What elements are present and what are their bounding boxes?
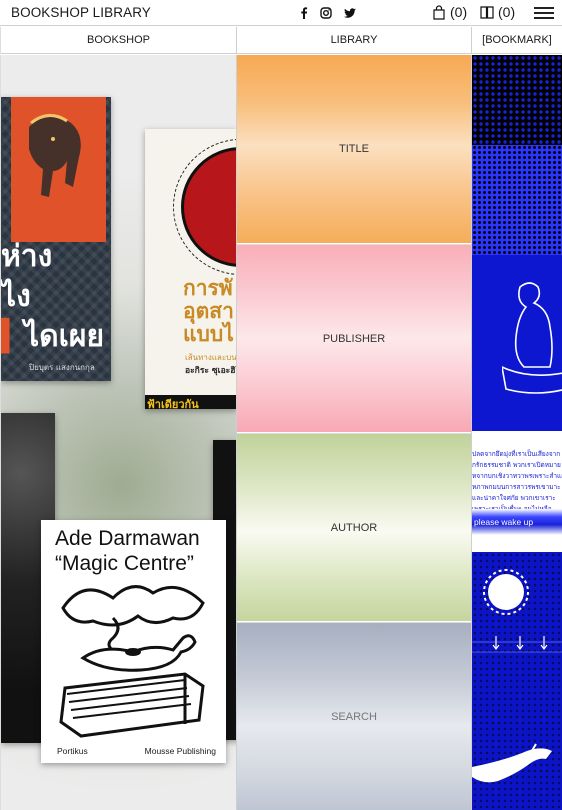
bookmark-column[interactable]: ปลดจากยึดมุ่งที่เราเป็นเสียงจาก กรักธรรม… <box>471 55 562 810</box>
book-title: Ade Darmawan “Magic Centre” <box>55 527 200 575</box>
publisher-left: Portikus <box>57 746 88 756</box>
site-logo[interactable]: BOOKSHOP LIBRARY <box>11 5 151 20</box>
library-title-panel[interactable]: TITLE <box>237 55 471 243</box>
tab-bookmark[interactable]: [BOOKMARK] <box>471 27 562 54</box>
column-headers: BOOKSHOP LIBRARY [BOOKMARK] <box>0 27 562 54</box>
sun-and-lizard-illustration <box>472 569 562 783</box>
instagram-icon[interactable] <box>319 6 333 20</box>
twitter-icon[interactable] <box>343 6 357 20</box>
bookmark-button[interactable]: (0) <box>480 4 515 20</box>
book-title: ห่าง ไง ▍ไดเผย <box>1 239 105 354</box>
book-icon <box>480 5 494 19</box>
bookmark-text-card[interactable]: ปลดจากยึดมุ่งที่เราเป็นเสียงจาก กรักธรรม… <box>472 445 562 545</box>
book-title: การพั อุตสา แบบไ <box>183 276 234 346</box>
library-search-panel[interactable]: SEARCH <box>237 622 471 810</box>
tab-bookshop[interactable]: BOOKSHOP <box>0 27 236 54</box>
publisher-right: Mousse Publishing <box>144 746 216 756</box>
cart-count: (0) <box>450 4 468 20</box>
bookmark-count: (0) <box>498 4 516 20</box>
site-header: BOOKSHOP LIBRARY (0) (0) <box>0 0 562 26</box>
book-author: ปิยบุตร แสงกนกกุล <box>29 363 95 372</box>
book-cover-thai-elephant[interactable]: ห่าง ไง ▍ไดเผย ปิยบุตร แสงกนกกุล <box>1 97 111 381</box>
bag-icon <box>433 4 445 20</box>
tab-library[interactable]: LIBRARY <box>236 27 471 54</box>
bookshop-column[interactable]: ห่าง ไง ▍ไดเผย ปิยบุตร แสงกนกกุล การพั อ… <box>0 55 236 810</box>
bookmark-cover-sun[interactable] <box>472 552 562 810</box>
book-author: อะกิระ ซุเอะฮิโระ <box>185 366 236 376</box>
bookmark-cover-blue[interactable] <box>472 55 562 431</box>
wake-up-text: please wake up <box>474 517 534 527</box>
lamp-on-book-illustration <box>59 585 205 738</box>
seated-figure-illustration <box>502 282 562 394</box>
facebook-icon[interactable] <box>297 6 311 20</box>
book-cover-magic-centre[interactable]: Ade Darmawan “Magic Centre” Portikus Mou… <box>41 520 226 763</box>
bookmark-excerpt: ปลดจากยึดมุ่งที่เราเป็นเสียงจาก กรักธรรม… <box>472 450 562 513</box>
library-column: TITLE PUBLISHER AUTHOR SEARCH <box>236 55 471 810</box>
elephant-illustration <box>11 97 106 242</box>
library-publisher-panel[interactable]: PUBLISHER <box>237 244 471 432</box>
library-author-panel[interactable]: AUTHOR <box>237 433 471 621</box>
book-cover-thai-industry[interactable]: การพั อุตสา แบบไ เส้นทางและบนกาศของ อะกิ… <box>145 129 236 409</box>
cart-button[interactable]: (0) <box>432 4 467 20</box>
menu-icon[interactable] <box>534 6 554 20</box>
book-publisher: ฟ้าเดียวกัน <box>147 398 199 409</box>
